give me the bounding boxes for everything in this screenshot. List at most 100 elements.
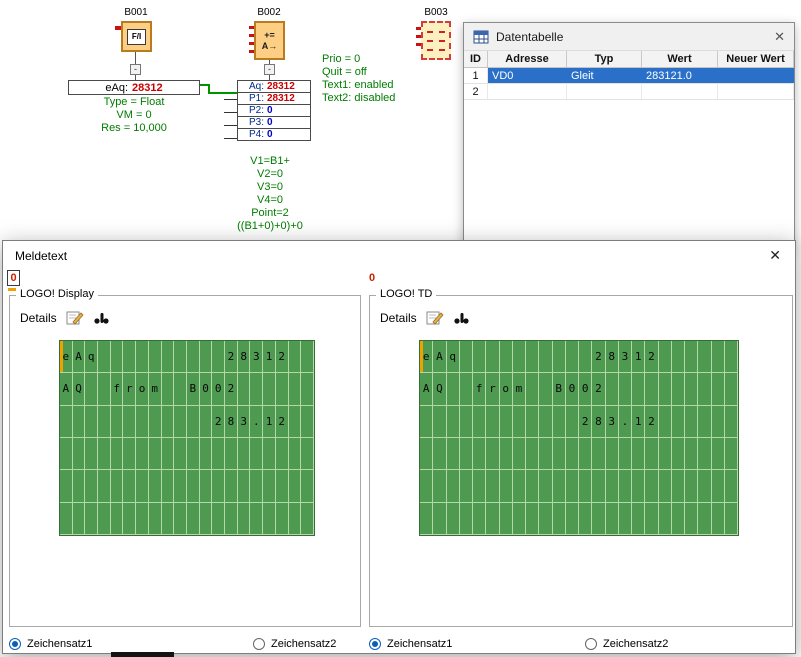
display-cell[interactable] [85,406,98,438]
display-cell[interactable] [672,503,685,535]
display-cell[interactable] [263,470,276,502]
display-cell[interactable] [123,503,136,535]
display-cell[interactable]: 1 [263,341,276,373]
display-cell[interactable] [98,438,111,470]
display-cell[interactable] [73,438,86,470]
display-cell[interactable] [174,373,187,405]
display-cell[interactable] [447,503,460,535]
display-cell[interactable] [526,341,539,373]
display-cell[interactable] [712,503,725,535]
display-cell[interactable]: f [111,373,124,405]
display-cell[interactable] [250,438,263,470]
display-cell[interactable] [473,438,486,470]
display-cell[interactable] [619,373,632,405]
display-cell[interactable] [447,406,460,438]
display-cell[interactable]: 8 [238,341,251,373]
display-cell[interactable] [187,341,200,373]
display-cell[interactable] [250,503,263,535]
display-cell[interactable] [162,438,175,470]
display-cell[interactable] [187,438,200,470]
display-cell[interactable] [85,503,98,535]
display-cell[interactable]: 3 [606,406,619,438]
display-cell[interactable] [513,503,526,535]
display-cell[interactable] [111,341,124,373]
display-charset2-radio[interactable]: Zeichensatz2 [253,637,336,651]
display-cell[interactable] [136,341,149,373]
display-cell[interactable] [685,341,698,373]
display-cell[interactable]: 2 [645,406,658,438]
display-cell[interactable] [539,470,552,502]
display-cell[interactable] [187,503,200,535]
row-neuer-wert-cell[interactable] [718,68,794,83]
display-cell[interactable] [212,438,225,470]
display-cell[interactable] [433,503,446,535]
display-cell[interactable] [162,406,175,438]
display-cell[interactable] [473,503,486,535]
display-cell[interactable]: B [553,373,566,405]
display-cell[interactable] [553,341,566,373]
display-cell[interactable]: 0 [200,373,213,405]
display-cell[interactable] [200,406,213,438]
display-cell[interactable] [553,406,566,438]
display-cell[interactable] [111,438,124,470]
display-cell[interactable] [725,406,738,438]
display-cell[interactable] [553,503,566,535]
display-cell[interactable] [460,406,473,438]
display-cell[interactable]: 1 [263,406,276,438]
display-cell[interactable] [672,373,685,405]
display-cell[interactable] [276,470,289,502]
display-cell[interactable] [60,406,73,438]
display-cell[interactable] [685,470,698,502]
column-header-id[interactable]: ID [464,51,488,67]
display-cell[interactable]: 0 [212,373,225,405]
display-cell[interactable] [473,341,486,373]
display-cell[interactable] [486,406,499,438]
display-cell[interactable] [98,503,111,535]
display-cell[interactable]: m [513,373,526,405]
display-cell[interactable]: . [619,406,632,438]
display-cell[interactable] [672,470,685,502]
display-cell[interactable] [301,341,314,373]
display-cell[interactable] [276,438,289,470]
display-cell[interactable] [659,503,672,535]
display-cell[interactable] [698,503,711,535]
display-cell[interactable] [238,438,251,470]
b001-output-value-box[interactable]: eAq: 28312 [68,80,200,95]
display-cell[interactable] [420,470,433,502]
display-cell[interactable] [645,503,658,535]
display-cell[interactable]: Q [433,373,446,405]
display-cell[interactable] [460,438,473,470]
display-cell[interactable] [685,406,698,438]
b002-param-row[interactable]: P4:0 [237,128,311,141]
block-b001[interactable]: F/I [121,21,152,52]
display-cell[interactable] [566,503,579,535]
display-cell[interactable] [712,373,725,405]
table-row[interactable]: 2 [464,84,794,100]
display-cell[interactable] [592,470,605,502]
display-cell[interactable] [606,470,619,502]
display-cell[interactable] [420,503,433,535]
column-header-wert[interactable]: Wert [642,51,718,67]
display-cell[interactable] [111,503,124,535]
display-cell[interactable] [123,341,136,373]
display-cell[interactable] [486,470,499,502]
display-cell[interactable] [85,470,98,502]
display-cell[interactable] [187,470,200,502]
display-cell[interactable] [149,438,162,470]
display-cell[interactable] [725,470,738,502]
datentabelle-close-icon[interactable]: ✕ [774,29,785,45]
display-cell[interactable] [250,470,263,502]
display-cell[interactable] [460,470,473,502]
display-cell[interactable] [111,470,124,502]
display-cell[interactable] [200,438,213,470]
display-cell[interactable] [263,438,276,470]
display-cell[interactable]: 2 [276,406,289,438]
block-b002[interactable]: += A→ [254,21,285,60]
display-cell[interactable] [420,438,433,470]
display-cell[interactable] [685,438,698,470]
display-cell[interactable]: Q [73,373,86,405]
display-cell[interactable] [212,341,225,373]
td-charset1-radio[interactable]: Zeichensatz1 [369,637,452,651]
display-cell[interactable] [73,470,86,502]
display-cell[interactable] [149,406,162,438]
